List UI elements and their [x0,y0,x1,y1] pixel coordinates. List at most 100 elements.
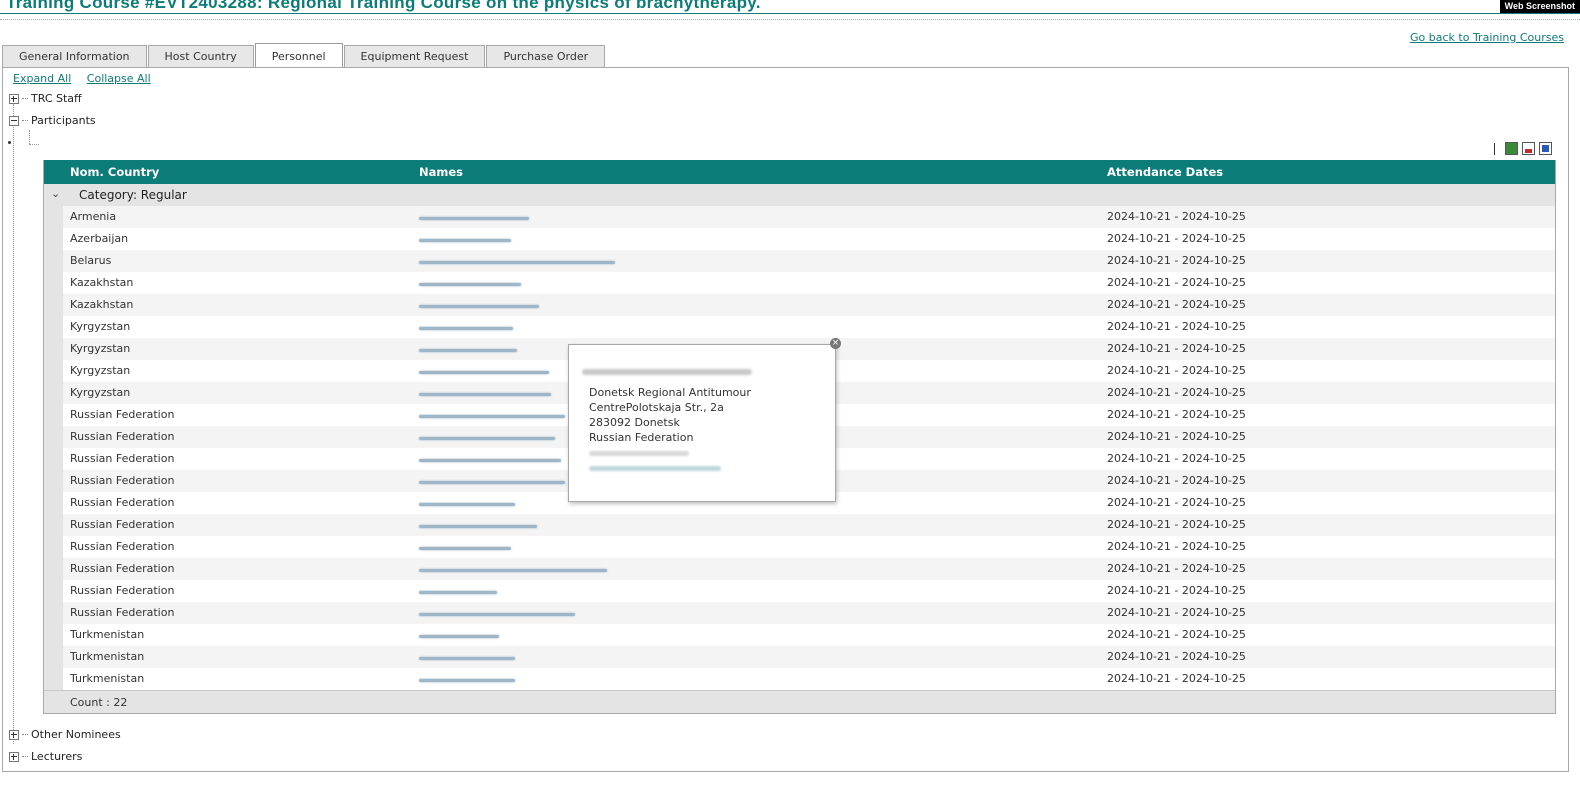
redacted-name-link[interactable] [419,547,511,550]
chevron-down-icon[interactable]: ⌄ [51,187,60,200]
column-header-nom-country[interactable]: Nom. Country [70,165,159,179]
redacted-name-link[interactable] [419,305,539,308]
cell-attendance-dates: 2024-10-21 - 2024-10-25 [1107,364,1246,377]
group-row-regular[interactable]: ⌄ Category: Regular [44,184,1555,206]
cell-nom-country: Russian Federation [70,408,175,421]
redacted-name-link[interactable] [419,393,551,396]
table-row: Azerbaijan 2024-10-21 - 2024-10-25 [44,228,1555,250]
row-indent [44,426,63,448]
cell-nom-country: Russian Federation [70,606,175,619]
word-export-icon[interactable] [1539,142,1552,155]
tree-label[interactable]: Other Nominees [31,728,121,741]
grid-header: Nom. Country Names Attendance Dates [44,160,1555,184]
column-header-names[interactable]: Names [419,165,463,179]
tree-label[interactable]: Participants [31,114,96,127]
redacted-name-link[interactable] [419,657,515,660]
tree-node-participants[interactable]: Participants [9,114,96,127]
row-body: Kazakhstan 2024-10-21 - 2024-10-25 [63,272,1555,294]
row-indent [44,228,63,250]
expand-all-link[interactable]: Expand All [13,72,71,85]
cell-nom-country: Russian Federation [70,562,175,575]
tree-connector [22,734,28,735]
row-indent [44,272,63,294]
redacted-name-link[interactable] [419,349,517,352]
expand-icon[interactable] [9,751,19,762]
tree-label[interactable]: TRC Staff [31,92,82,105]
export-toolbar [1494,142,1552,155]
back-to-training-courses-link[interactable]: Go back to Training Courses [1410,31,1564,44]
cell-name [419,298,539,311]
cell-attendance-dates: 2024-10-21 - 2024-10-25 [1107,430,1246,443]
redacted-name-link[interactable] [419,261,615,264]
cell-name [419,232,511,245]
tree-connector [22,120,28,121]
cell-nom-country: Russian Federation [70,430,175,443]
table-row: Turkmenistan 2024-10-21 - 2024-10-25 [44,624,1555,646]
row-body: Belarus 2024-10-21 - 2024-10-25 [63,250,1555,272]
redacted-name-link[interactable] [419,591,497,594]
redacted-name-link[interactable] [419,569,607,572]
tree-node-lecturers[interactable]: Lecturers [9,750,82,763]
redacted-name-link[interactable] [419,371,549,374]
cell-attendance-dates: 2024-10-21 - 2024-10-25 [1107,452,1246,465]
cell-nom-country: Kazakhstan [70,276,134,289]
collapse-icon[interactable] [9,115,19,126]
pdf-export-icon[interactable] [1522,142,1535,155]
cell-nom-country: Kazakhstan [70,298,134,311]
redacted-name-link[interactable] [419,679,515,682]
cell-nom-country: Turkmenistan [70,672,145,685]
cell-attendance-dates: 2024-10-21 - 2024-10-25 [1107,650,1246,663]
cell-name [419,496,515,509]
redacted-email-link[interactable] [589,466,721,471]
redacted-name-link[interactable] [419,217,529,220]
tree-connector [29,144,39,145]
row-body: Kazakhstan 2024-10-21 - 2024-10-25 [63,294,1555,316]
redacted-name-link[interactable] [419,525,537,528]
tab-purchase-order[interactable]: Purchase Order [486,45,606,67]
tree-label[interactable]: Lecturers [31,750,82,763]
redacted-name-link[interactable] [419,459,561,462]
tree-node-trc-staff[interactable]: TRC Staff [9,92,82,105]
cell-name [419,452,561,465]
title-rule [0,13,1580,14]
redacted-name-link[interactable] [419,239,511,242]
row-indent [44,536,63,558]
row-body: Russian Federation 2024-10-21 - 2024-10-2… [63,580,1555,602]
tab-equipment-request[interactable]: Equipment Request [343,45,486,67]
row-indent [44,382,63,404]
redacted-name-link[interactable] [419,327,513,330]
tab-personnel[interactable]: Personnel [254,43,343,68]
cell-attendance-dates: 2024-10-21 - 2024-10-25 [1107,672,1246,685]
cell-attendance-dates: 2024-10-21 - 2024-10-25 [1107,386,1246,399]
tab-host-country[interactable]: Host Country [147,45,254,67]
tab-general-information[interactable]: General Information [2,45,147,67]
expand-icon[interactable] [9,93,19,104]
column-header-attendance-dates[interactable]: Attendance Dates [1107,165,1223,179]
cell-attendance-dates: 2024-10-21 - 2024-10-25 [1107,562,1246,575]
cell-attendance-dates: 2024-10-21 - 2024-10-25 [1107,496,1246,509]
cell-nom-country: Russian Federation [70,452,175,465]
row-body: Azerbaijan 2024-10-21 - 2024-10-25 [63,228,1555,250]
redacted-name-link[interactable] [419,481,565,484]
close-icon[interactable]: × [830,338,841,349]
collapse-all-link[interactable]: Collapse All [87,72,151,85]
cell-nom-country: Turkmenistan [70,650,145,663]
row-indent [44,492,63,514]
cell-name [419,364,549,377]
redacted-name-link[interactable] [419,635,499,638]
redacted-name-link[interactable] [419,415,565,418]
redacted-name-link[interactable] [419,437,555,440]
redacted-name-link[interactable] [419,613,575,616]
row-count: Count : 22 [70,696,128,709]
redacted-name-link[interactable] [419,503,515,506]
participant-address: Donetsk Regional Antitumour CentrePolots… [589,385,751,445]
cell-attendance-dates: 2024-10-21 - 2024-10-25 [1107,232,1246,245]
cell-nom-country: Russian Federation [70,584,175,597]
excel-export-icon[interactable] [1505,142,1518,155]
row-indent [44,558,63,580]
expand-icon[interactable] [9,729,19,740]
redacted-name-link[interactable] [419,283,521,286]
cell-name [419,650,515,663]
tree-node-other-nominees[interactable]: Other Nominees [9,728,121,741]
cell-nom-country: Armenia [70,210,117,223]
